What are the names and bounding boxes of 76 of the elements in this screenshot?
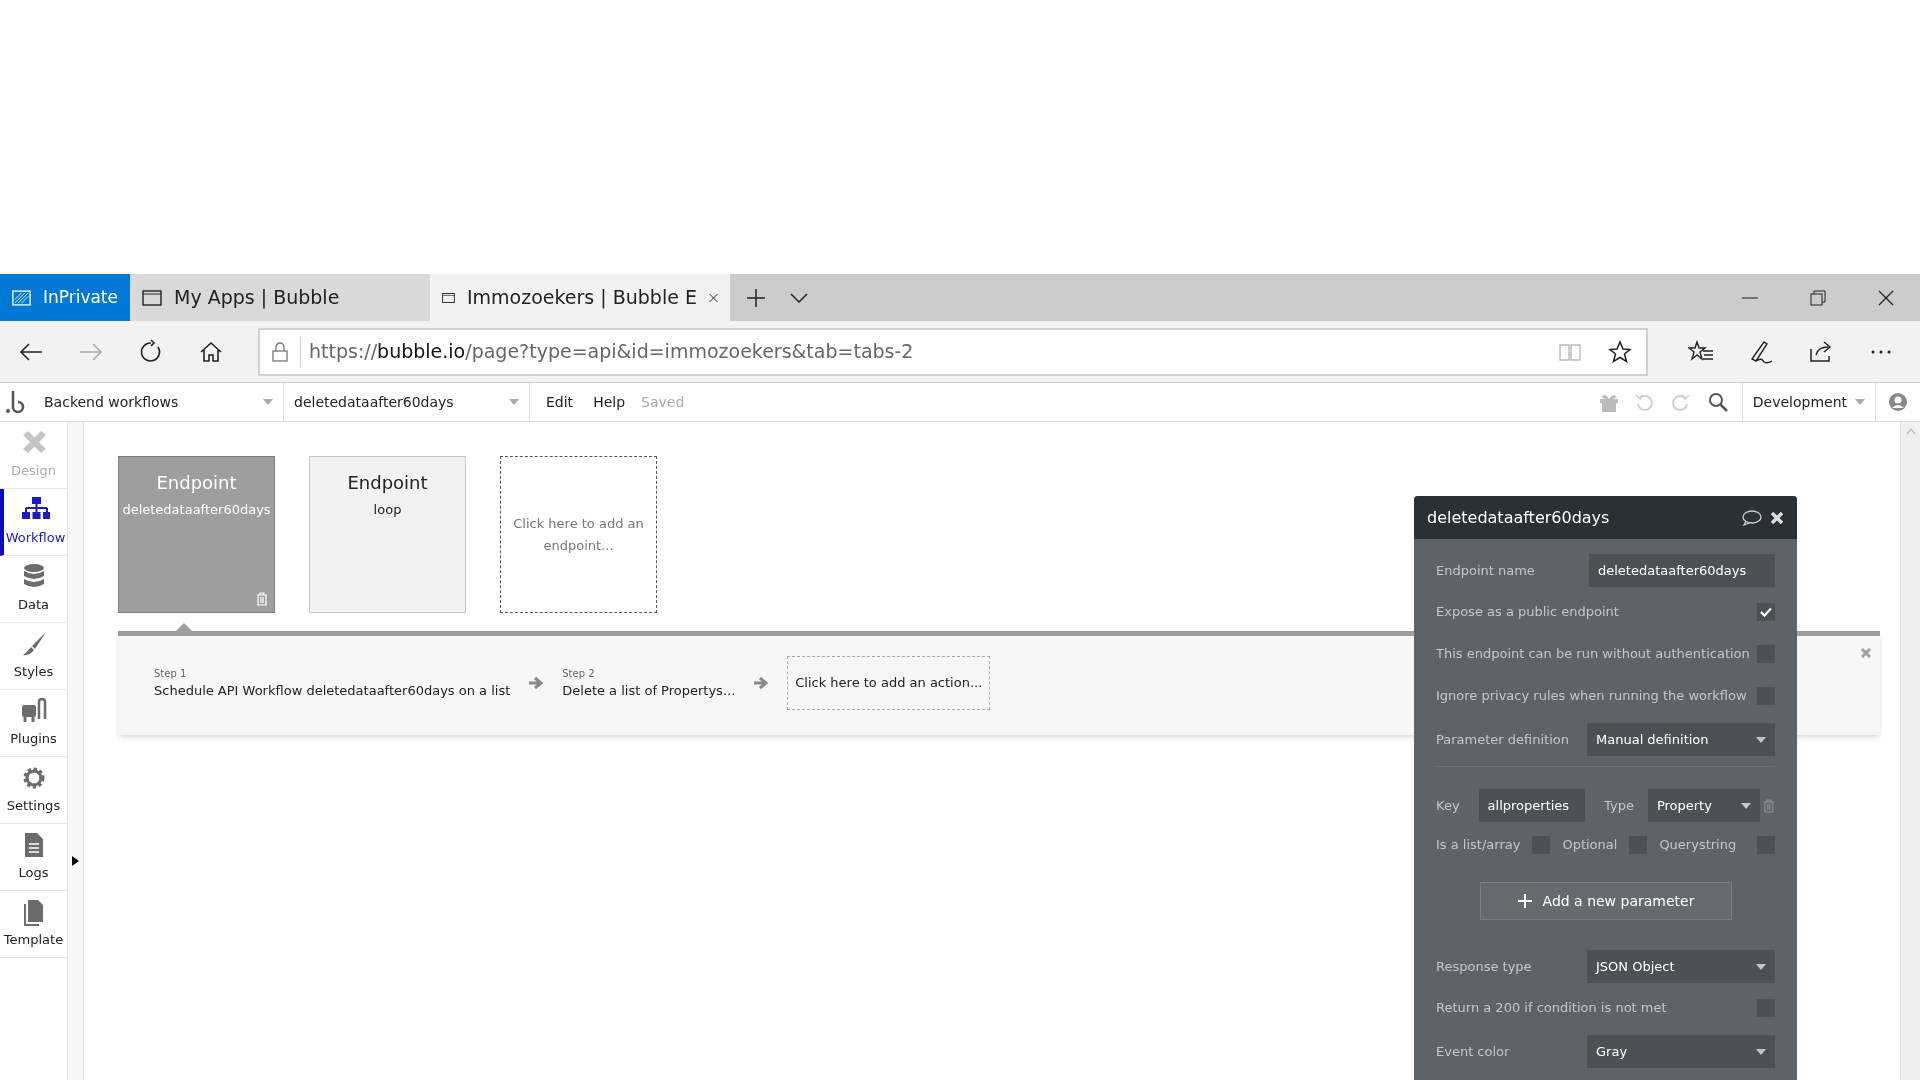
panel-title: deletedataafter60days — [1427, 506, 1611, 529]
account-icon[interactable] — [1888, 392, 1908, 412]
checkbox[interactable] — [1757, 603, 1775, 621]
input-field[interactable]: deletedataafter60days — [1589, 554, 1775, 587]
save-status: Saved — [641, 392, 685, 412]
restore-icon[interactable] — [1810, 289, 1826, 306]
chevron-down-icon[interactable] — [790, 292, 808, 303]
field-label: Expose as a public endpoint — [1436, 603, 1619, 622]
caret-icon — [1756, 963, 1766, 970]
field-label: Parameter definition — [1436, 730, 1569, 749]
caret-icon — [263, 399, 273, 405]
sidebar-tab[interactable]: Template — [0, 891, 67, 958]
expand-arrow-icon[interactable] — [72, 856, 79, 866]
field-label: Return a 200 if condition is not met — [1436, 999, 1667, 1018]
arrow-icon — [528, 676, 545, 690]
browser-tab[interactable]: My Apps | Bubble — [130, 274, 430, 321]
star-icon[interactable] — [1608, 339, 1632, 364]
step-action[interactable]: Delete a list of Propertys... — [562, 680, 736, 701]
add-parameter-button[interactable]: Add a new parameter — [1479, 882, 1732, 920]
inprivate-icon — [12, 288, 31, 307]
sidebar-tab[interactable]: Styles — [0, 623, 67, 690]
field-label: Is a list/array — [1436, 836, 1521, 855]
workflow-dropdown[interactable]: deletedataafter60days — [284, 383, 530, 421]
input-field[interactable]: allproperties — [1478, 789, 1585, 822]
dropdown[interactable]: Gray — [1587, 1035, 1775, 1068]
endpoint-title: Endpoint — [347, 471, 428, 495]
plus-icon — [1516, 893, 1533, 909]
field-label: Event color — [1436, 1042, 1510, 1061]
menu-item[interactable]: Edit — [546, 391, 574, 413]
sidebar-tab[interactable]: Data — [0, 556, 67, 623]
caret-icon — [1756, 1048, 1766, 1055]
pen-icon[interactable] — [1748, 338, 1774, 365]
field-label: Response type — [1436, 957, 1532, 976]
lock-icon — [272, 341, 288, 362]
dropdown[interactable]: JSON Object — [1587, 950, 1775, 983]
field-label: Type — [1604, 796, 1634, 815]
tab-page-icon — [142, 289, 162, 306]
minimize-icon[interactable] — [1742, 296, 1758, 299]
field-label: This endpoint can be run without authentication — [1436, 645, 1750, 664]
add-action-button[interactable]: Click here to add an action... — [787, 656, 991, 710]
endpoint-name: loop — [373, 501, 402, 519]
field-label: Querystring — [1659, 836, 1737, 855]
dropdown[interactable]: Manual definition — [1587, 723, 1775, 756]
caret-icon — [1741, 802, 1752, 809]
arrow-icon — [753, 676, 770, 690]
comment-icon[interactable] — [1742, 509, 1762, 526]
menu-item[interactable]: Help — [593, 391, 626, 413]
caret-icon — [1855, 399, 1865, 405]
step-action[interactable]: Schedule API Workflow deletedataafter60days on a list — [154, 680, 511, 701]
endpoint-name: deletedataafter60days — [122, 501, 271, 519]
trash-icon[interactable] — [1763, 798, 1775, 813]
step-label: Step 1 — [154, 666, 188, 681]
close-icon[interactable] — [1878, 289, 1894, 306]
dropdown[interactable]: Property — [1647, 789, 1761, 822]
scroll-up-icon[interactable] — [1905, 428, 1916, 434]
sidebar-tab[interactable]: Plugins — [0, 690, 67, 757]
add-endpoint-button[interactable]: Click here to add an endpoint... — [500, 456, 657, 613]
address-bar[interactable]: https://bubble.io/page?type=api&id=immozoekers&tab=tabs-2 — [258, 327, 1648, 376]
sidebar-tab[interactable]: Logs — [0, 824, 67, 891]
version-dropdown[interactable]: Development — [1741, 383, 1876, 421]
search-icon[interactable] — [1707, 392, 1728, 412]
share-icon[interactable] — [1808, 338, 1834, 365]
step-label: Step 2 — [562, 666, 596, 681]
sidebar-tab[interactable]: Settings — [0, 757, 67, 824]
url-text: https://bubble.io/page?type=api&id=immozoekers&tab=tabs-2 — [309, 339, 915, 365]
field-label: Endpoint name — [1436, 561, 1535, 580]
field-label: Key — [1436, 796, 1460, 815]
endpoint-card[interactable]: Endpoint loop — [309, 456, 466, 613]
field-label: Optional — [1562, 836, 1618, 855]
browser-tab[interactable]: Immozoekers | Bubble E — [430, 274, 730, 321]
inprivate-badge: InPrivate — [0, 274, 130, 321]
new-tab-icon[interactable] — [746, 287, 766, 308]
caret-icon — [509, 399, 519, 405]
field-label: Ignore privacy rules when running the workflow — [1436, 687, 1747, 706]
endpoint-title: Endpoint — [156, 471, 237, 495]
page-dropdown[interactable]: Backend workflows — [34, 383, 284, 421]
